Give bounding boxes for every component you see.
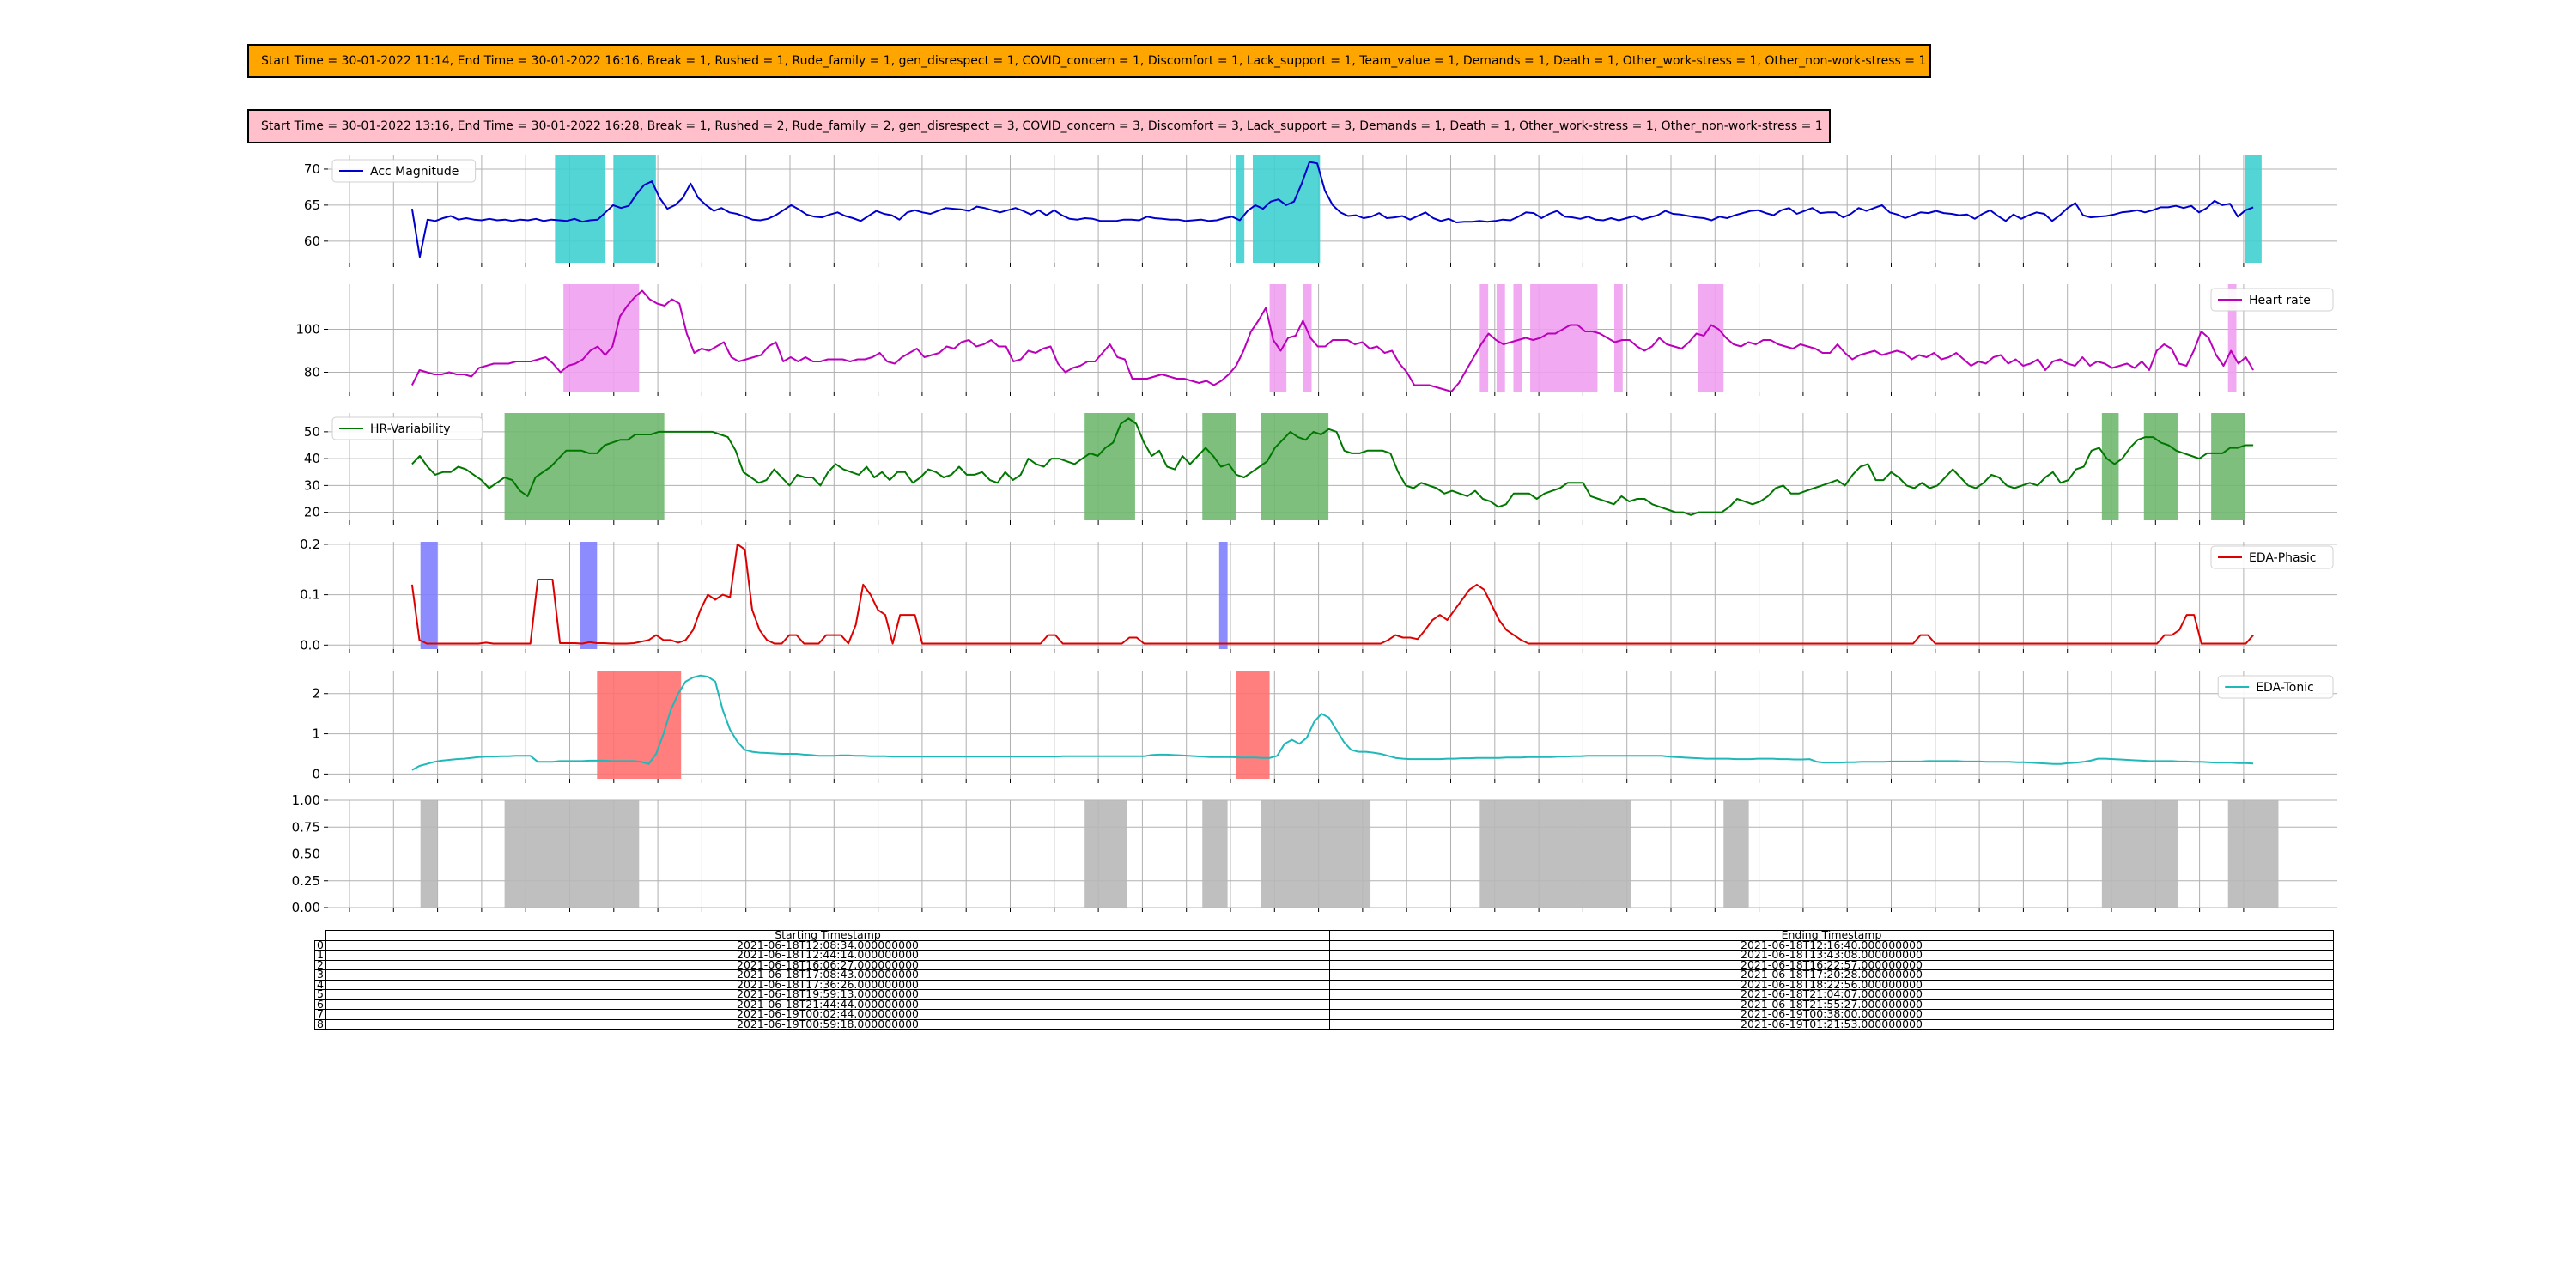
highlight-span: [504, 413, 665, 520]
y-tick-label: 0.2: [300, 537, 320, 552]
highlight-span: [555, 155, 606, 263]
y-tick-label: 0.00: [292, 900, 320, 915]
legend-label: EDA-Phasic: [2249, 551, 2316, 565]
highlight-span: [1236, 671, 1270, 779]
highlight-span: [580, 542, 598, 649]
highlight-span: [1236, 155, 1245, 263]
series-line: [410, 543, 2254, 645]
y-tick-label: 40: [304, 451, 320, 466]
table-row: 7 2021-06-19T00:02:44.000000000 2021-06-19…: [314, 1009, 2334, 1020]
y-tick-label: 0.1: [300, 587, 320, 603]
highlight-span: [1698, 284, 1724, 392]
highlight-span: [613, 155, 656, 263]
y-tick-label: 0.0: [300, 637, 320, 653]
highlight-span: [2227, 800, 2279, 908]
legend-label: Heart rate: [2249, 294, 2311, 307]
highlight-span: [597, 671, 682, 779]
highlight-span: [2211, 413, 2245, 520]
table-row: 2 2021-06-18T16:06:27.000000000 2021-06-18…: [314, 959, 2334, 970]
highlight-span: [1496, 284, 1505, 392]
y-tick-label: 30: [304, 477, 320, 493]
y-tick-label: 80: [304, 365, 320, 380]
y-tick-label: 50: [304, 424, 320, 440]
row-index: 8: [314, 1018, 326, 1030]
table-row: 0 2021-06-18T12:08:34.000000000 2021-06-18…: [314, 939, 2334, 951]
highlight-span: [2101, 800, 2178, 908]
y-tick-label: 0.25: [292, 873, 320, 889]
highlight-span: [1479, 284, 1489, 392]
highlight-span: [1261, 413, 1329, 520]
y-tick-label: 20: [304, 505, 320, 520]
legend-label: HR-Variability: [370, 422, 451, 436]
y-tick-label: 100: [295, 322, 320, 337]
table-row: 6 2021-06-18T21:44:44.000000000 2021-06-18…: [314, 999, 2334, 1010]
highlight-span: [1513, 284, 1522, 392]
highlight-span: [563, 284, 640, 392]
highlight-span: [1723, 800, 1749, 908]
y-tick-label: 70: [304, 161, 320, 177]
legend-label: Acc Magnitude: [370, 165, 459, 179]
series-line: [410, 161, 2254, 258]
highlight-span: [1479, 800, 1631, 908]
table-row: 4 2021-06-18T17:36:26.000000000 2021-06-18…: [314, 979, 2334, 990]
y-tick-label: 0.75: [292, 819, 320, 835]
y-tick-label: 2: [312, 686, 320, 702]
highlight-span: [420, 800, 438, 908]
y-tick-label: 0.50: [292, 847, 320, 862]
highlight-span: [1261, 800, 1371, 908]
y-tick-label: 0: [312, 766, 320, 781]
highlight-span: [1084, 413, 1135, 520]
series-line: [411, 289, 2254, 392]
highlight-span: [1202, 800, 1228, 908]
end-timestamp: 2021-06-19T01:21:53.000000000: [1329, 1018, 2334, 1030]
table-row: 3 2021-06-18T17:08:43.000000000 2021-06-18…: [314, 969, 2334, 981]
highlight-span: [1613, 284, 1623, 392]
sensor-charts: 606570 Acc Magnitude80100Heart rate203040…: [292, 155, 2337, 915]
series-line: [411, 417, 2254, 516]
highlight-span: [504, 800, 640, 908]
highlight-span: [2101, 413, 2119, 520]
highlight-span: [1084, 800, 1127, 908]
start-timestamp: 2021-06-19T00:59:18.000000000: [325, 1018, 1330, 1030]
table-row: 1 2021-06-18T12:44:14.000000000 2021-06-18…: [314, 950, 2334, 961]
y-tick-label: 1.00: [292, 793, 320, 808]
y-tick-label: 60: [304, 234, 320, 249]
series-line: [411, 674, 2254, 771]
highlight-span: [420, 542, 438, 649]
legend-label: EDA-Tonic: [2256, 681, 2314, 695]
highlight-span: [1218, 542, 1228, 649]
y-tick-label: 1: [312, 726, 320, 742]
table-header-row: Starting Timestamp Ending Timestamp: [314, 930, 2334, 941]
table-row: 5 2021-06-18T19:59:13.000000000 2021-06-18…: [314, 989, 2334, 1000]
y-tick-label: 65: [304, 197, 320, 213]
table-row: 8 2021-06-19T00:59:18.000000000 2021-06-19…: [314, 1018, 2334, 1030]
timestamp-table: Starting Timestamp Ending Timestamp 0 202…: [314, 930, 2334, 1030]
highlight-span: [2143, 413, 2178, 520]
